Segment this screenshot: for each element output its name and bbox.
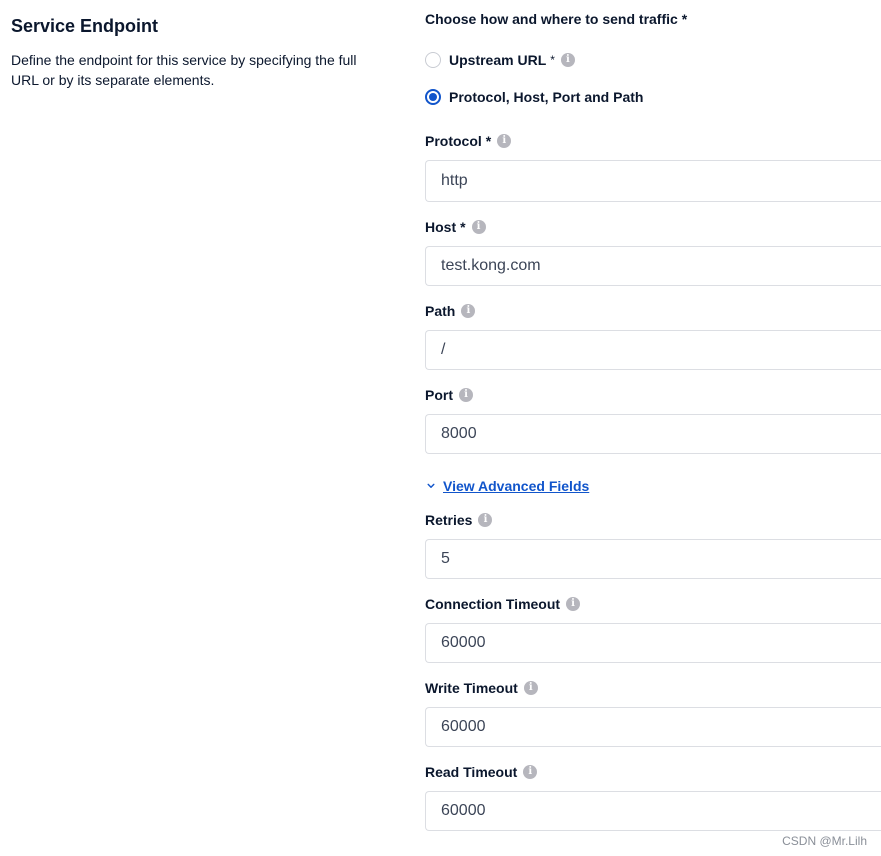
- radio-protocol-host-port-path-label: Protocol, Host, Port and Path: [449, 89, 644, 105]
- required-marker: *: [460, 219, 466, 235]
- watermark: CSDN @Mr.Lilh: [782, 834, 867, 848]
- info-icon[interactable]: i: [566, 597, 581, 611]
- connection-timeout-label-text: Connection Timeout: [425, 596, 561, 612]
- retries-label-text: Retries: [425, 512, 473, 528]
- info-icon[interactable]: i: [523, 765, 538, 779]
- host-label: Host * i: [425, 218, 486, 236]
- write-timeout-label: Write Timeout i: [425, 679, 538, 697]
- path-label: Path i: [425, 302, 476, 320]
- section-intro: Service Endpoint Define the endpoint for…: [11, 14, 391, 90]
- view-advanced-fields-toggle[interactable]: View Advanced Fields: [425, 478, 589, 494]
- port-label: Port i: [425, 386, 473, 404]
- chevron-down-icon: [427, 483, 435, 488]
- read-timeout-label-text: Read Timeout: [425, 764, 518, 780]
- retries-field[interactable]: 5: [425, 539, 881, 579]
- required-marker: *: [485, 133, 492, 149]
- section-description: Define the endpoint for this service by …: [11, 52, 357, 88]
- radio-upstream-url[interactable]: Upstream URL * i: [425, 52, 575, 68]
- radio-upstream-url-label: Upstream URL: [449, 52, 547, 68]
- protocol-label-text: Protocol: [425, 133, 482, 149]
- radio-upstream-url-control[interactable]: [425, 52, 441, 68]
- section-title: Service Endpoint: [11, 16, 159, 36]
- view-advanced-fields-link[interactable]: View Advanced Fields: [443, 478, 589, 494]
- read-timeout-field[interactable]: 60000: [425, 791, 881, 831]
- connection-timeout-label: Connection Timeout i: [425, 595, 581, 613]
- write-timeout-label-text: Write Timeout: [425, 680, 518, 696]
- host-field[interactable]: test.kong.com: [425, 246, 881, 286]
- retries-label: Retries i: [425, 511, 493, 529]
- port-field[interactable]: 8000: [425, 414, 881, 454]
- radio-protocol-host-port-path-control[interactable]: [425, 89, 441, 105]
- protocol-label: Protocol * i: [425, 132, 512, 150]
- info-icon[interactable]: i: [497, 134, 512, 148]
- info-icon[interactable]: i: [471, 220, 486, 234]
- write-timeout-field[interactable]: 60000: [425, 707, 881, 747]
- info-icon[interactable]: i: [461, 304, 476, 318]
- connection-timeout-field[interactable]: 60000: [425, 623, 881, 663]
- path-field[interactable]: /: [425, 330, 881, 370]
- info-icon[interactable]: i: [523, 681, 538, 695]
- host-label-text: Host: [425, 219, 457, 235]
- info-icon[interactable]: i: [560, 53, 575, 67]
- protocol-field[interactable]: http: [425, 160, 881, 202]
- radio-protocol-host-port-path[interactable]: Protocol, Host, Port and Path: [425, 89, 643, 105]
- required-marker: *: [550, 53, 555, 67]
- read-timeout-label: Read Timeout i: [425, 763, 538, 781]
- traffic-label: Choose how and where to send traffic *: [425, 11, 688, 27]
- info-icon[interactable]: i: [478, 513, 493, 527]
- path-label-text: Path: [425, 303, 456, 319]
- info-icon[interactable]: i: [459, 388, 473, 402]
- port-label-text: Port: [425, 387, 453, 403]
